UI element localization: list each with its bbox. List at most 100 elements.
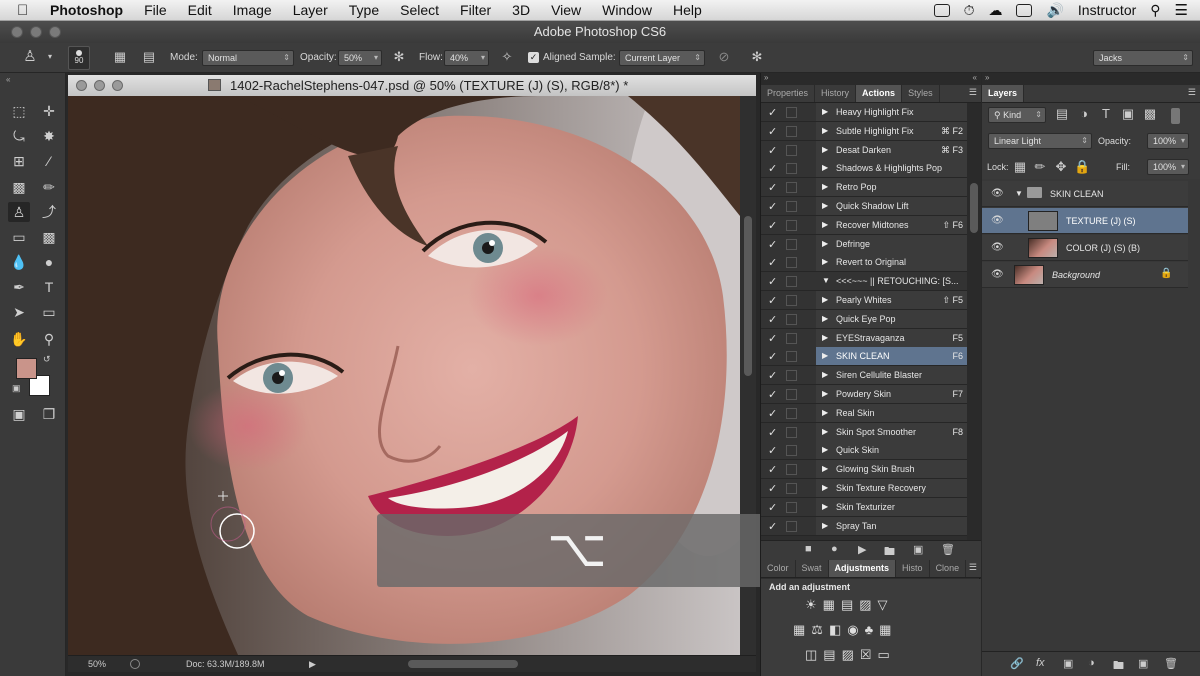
clone-stamp-preset-icon[interactable]: ♙ <box>22 49 38 65</box>
dialog-toggle-box[interactable] <box>786 257 797 269</box>
tab-history[interactable]: History <box>815 85 857 102</box>
visibility-eye-icon[interactable]: 👁 <box>991 215 1004 226</box>
color-balance-icon[interactable]: ⚖ <box>811 622 829 637</box>
expand-arrow-icon[interactable]: ▶ <box>822 107 828 116</box>
tab-histogram[interactable]: Histo <box>896 560 930 577</box>
expand-arrow-icon[interactable]: ▶ <box>822 163 828 172</box>
clone-source-panel-icon[interactable]: ▤ <box>141 49 157 65</box>
history-brush-tool-icon[interactable]: ⤴ <box>38 202 60 222</box>
vertical-scroll-thumb[interactable] <box>744 216 752 376</box>
checkmark-icon[interactable]: ✓ <box>768 125 777 138</box>
eraser-tool-icon[interactable]: ▭ <box>8 227 30 247</box>
gradient-tool-icon[interactable]: ▩ <box>38 227 60 247</box>
brush-tool-icon[interactable]: ✏ <box>38 177 60 197</box>
preset-dropdown-icon[interactable]: ▾ <box>42 49 58 65</box>
menu-type[interactable]: Type <box>349 1 379 20</box>
action-item[interactable]: ✓ ▶ Shadows & Highlights Pop <box>761 159 967 179</box>
blur-tool-icon[interactable]: 💧 <box>8 252 30 272</box>
expand-arrow-icon[interactable]: ▶ <box>822 257 828 266</box>
foreground-color-swatch[interactable] <box>16 358 37 379</box>
action-item[interactable]: ✓ ▶ Siren Cellulite Blaster <box>761 366 967 386</box>
action-item[interactable]: ✓ ▶ EYEStravaganza F5 <box>761 328 967 348</box>
invert-icon[interactable]: ◫ <box>805 647 823 662</box>
checkmark-icon[interactable]: ✓ <box>768 388 777 401</box>
flow-input[interactable]: 40% ▾ <box>444 50 489 66</box>
checkmark-icon[interactable]: ✓ <box>768 350 777 363</box>
visibility-eye-icon[interactable]: 👁 <box>991 188 1004 199</box>
rectangle-tool-icon[interactable]: ▭ <box>38 302 60 322</box>
checkmark-icon[interactable]: ✓ <box>768 275 777 288</box>
new-group-icon[interactable]: 🖿 <box>1113 657 1124 676</box>
action-item[interactable]: ✓ ▶ Real Skin <box>761 403 967 423</box>
action-item[interactable]: ✓ ▶ SKIN CLEAN F6 <box>761 347 967 367</box>
zoom-document-button[interactable] <box>112 80 123 91</box>
dialog-toggle-box[interactable] <box>786 144 797 156</box>
dialog-toggle-box[interactable] <box>786 238 797 250</box>
dialog-toggle-box[interactable] <box>786 351 797 363</box>
expand-arrow-icon[interactable]: ▶ <box>822 389 828 398</box>
dialog-toggle-box[interactable] <box>786 520 797 532</box>
dropdown-arrow-icon[interactable]: ▾ <box>1181 160 1185 174</box>
checkmark-icon[interactable]: ✓ <box>768 501 777 514</box>
record-icon[interactable]: ● <box>831 543 838 555</box>
expand-arrow-icon[interactable]: ▶ <box>822 483 828 492</box>
mode-select[interactable]: Normal ⇕ <box>202 50 294 66</box>
lock-position-icon[interactable]: ✥ <box>1053 159 1069 175</box>
dialog-toggle-box[interactable] <box>786 501 797 513</box>
workspace-select[interactable]: Jacks ⇕ <box>1093 50 1193 66</box>
checkmark-icon[interactable]: ✓ <box>768 144 777 157</box>
filter-smart-object-icon[interactable]: ▩ <box>1142 106 1158 122</box>
quick-mask-icon[interactable]: ▣ <box>8 404 30 424</box>
dialog-toggle-box[interactable] <box>786 295 797 306</box>
layer-opacity-input[interactable]: 100% ▾ <box>1147 133 1189 149</box>
checkmark-icon[interactable]: ✓ <box>768 313 777 326</box>
dialog-toggle-box[interactable] <box>786 370 797 382</box>
posterize-icon[interactable]: ▤ <box>823 647 841 662</box>
checkmark-icon[interactable]: ✓ <box>768 332 777 345</box>
sample-select[interactable]: Current Layer ⇕ <box>619 50 705 66</box>
expand-arrow-icon[interactable]: ▶ <box>822 370 828 379</box>
expand-arrow-icon[interactable]: ▶ <box>822 314 828 323</box>
expand-panel-icon[interactable]: » <box>985 73 989 82</box>
action-item[interactable]: ✓ ▶ Skin Texturizer <box>761 497 967 517</box>
group-expand-arrow-icon[interactable]: ▼ <box>1015 189 1023 198</box>
checkmark-icon[interactable]: ✓ <box>768 106 777 119</box>
filter-shape-icon[interactable]: ▣ <box>1120 106 1136 122</box>
photo-filter-icon[interactable]: ◉ <box>847 622 864 637</box>
expand-arrow-icon[interactable]: ▶ <box>822 521 828 530</box>
pressure-opacity-icon[interactable]: ✻ <box>391 49 407 65</box>
path-selection-tool-icon[interactable]: ➤ <box>8 302 30 322</box>
menu-file[interactable]: File <box>144 1 167 20</box>
swap-colors-icon[interactable]: ↺ <box>43 354 51 365</box>
lock-transparent-icon[interactable]: ▦ <box>1012 159 1028 175</box>
dialog-toggle-box[interactable] <box>786 313 797 325</box>
tab-styles[interactable]: Styles <box>902 85 940 102</box>
menu-image[interactable]: Image <box>233 1 272 20</box>
action-item[interactable]: ✓ ▶ Subtle Highlight Fix ⌘ F2 <box>761 121 967 141</box>
layer-style-icon[interactable]: fx <box>1036 657 1045 669</box>
tab-color[interactable]: Color <box>761 560 796 577</box>
lock-all-icon[interactable]: 🔒 <box>1074 159 1090 175</box>
channel-mixer-icon[interactable]: ♣ <box>865 622 880 637</box>
dialog-toggle-box[interactable] <box>786 426 797 438</box>
dialog-toggle-box[interactable] <box>786 107 797 118</box>
dialog-toggle-box[interactable] <box>786 407 797 419</box>
zoom-window-button[interactable] <box>49 26 61 38</box>
expand-arrow-icon[interactable]: ▶ <box>822 126 828 135</box>
user-name[interactable]: Instructor <box>1078 1 1136 20</box>
expand-arrow-icon[interactable]: ▶ <box>822 145 828 154</box>
expand-arrow-icon[interactable]: ▶ <box>822 464 828 473</box>
spot-healing-tool-icon[interactable]: ▩ <box>8 177 30 197</box>
new-layer-icon[interactable]: ▣ <box>1138 657 1148 670</box>
marquee-tool-icon[interactable]: ⬚ <box>8 101 30 121</box>
close-window-button[interactable] <box>11 26 23 38</box>
menu-3d[interactable]: 3D <box>512 1 530 20</box>
dialog-toggle-box[interactable] <box>786 445 797 457</box>
curves-icon[interactable]: ▤ <box>841 597 859 612</box>
action-item[interactable]: ✓ ▶ Defringe <box>761 234 967 254</box>
expand-arrow-icon[interactable]: ▶ <box>822 351 828 360</box>
minimize-document-button[interactable] <box>94 80 105 91</box>
actions-scroll-thumb[interactable] <box>970 183 978 233</box>
cloud-icon[interactable]: ☁ <box>988 1 1002 20</box>
opacity-input[interactable]: 50% ▾ <box>338 50 382 66</box>
